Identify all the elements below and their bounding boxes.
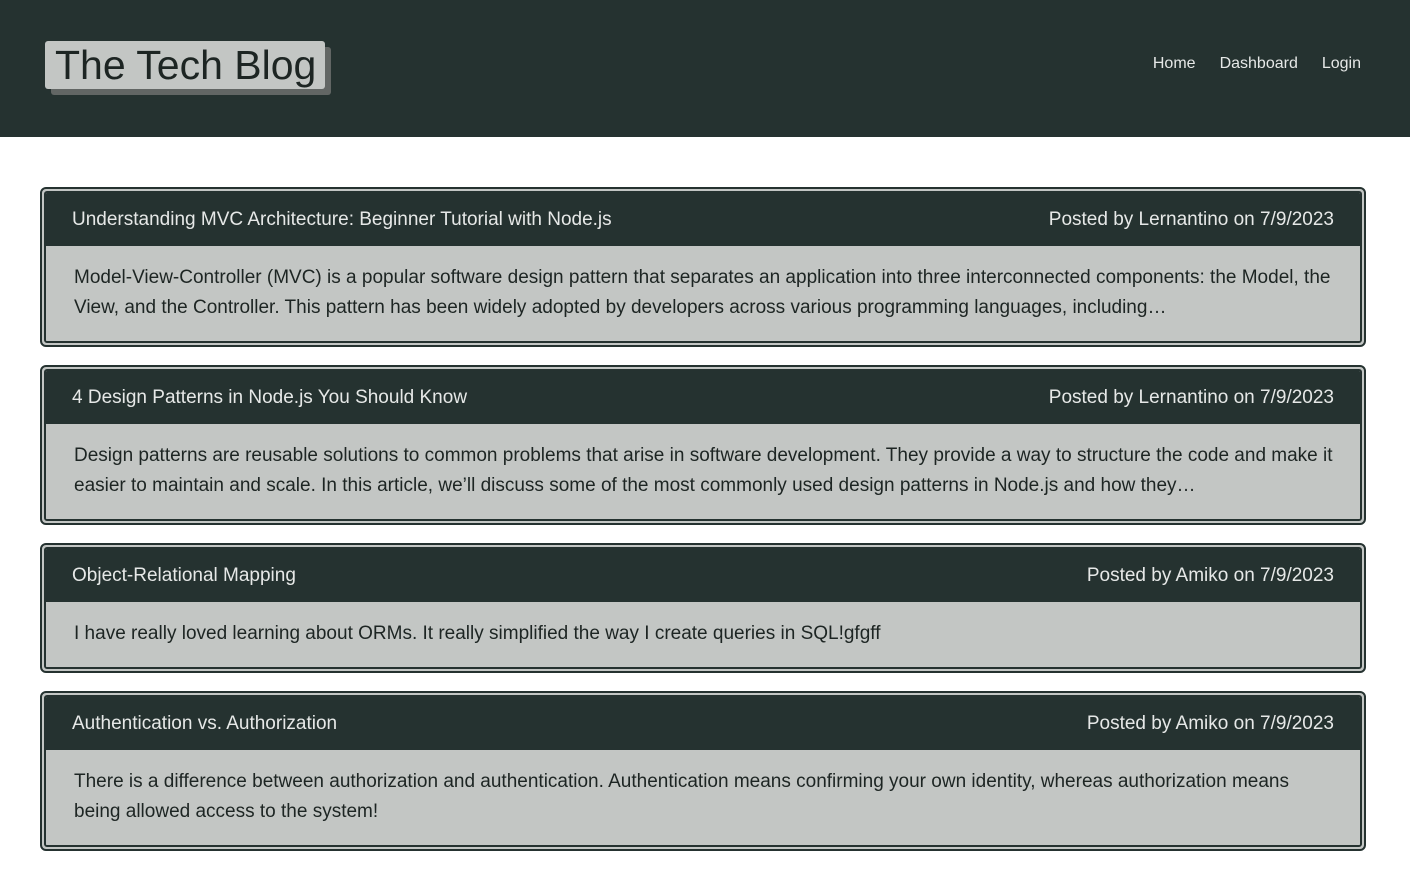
main-nav: Home Dashboard Login (1153, 54, 1361, 74)
post-header[interactable]: Understanding MVC Architecture: Beginner… (46, 193, 1360, 246)
site-logo[interactable]: The Tech Blog (45, 41, 331, 95)
post-card-inner: Authentication vs. Authorization Posted … (44, 695, 1362, 847)
post-card[interactable]: Understanding MVC Architecture: Beginner… (40, 187, 1366, 347)
post-card[interactable]: Object-Relational Mapping Posted by Amik… (40, 543, 1366, 673)
post-excerpt-text: There is a difference between authorizat… (74, 771, 1289, 822)
post-meta: Posted by Amiko on 7/9/2023 (1086, 712, 1334, 734)
site-header: The Tech Blog Home Dashboard Login (0, 0, 1410, 137)
post-excerpt-text: Model-View-Controller (MVC) is a popular… (74, 267, 1331, 318)
post-card[interactable]: 4 Design Patterns in Node.js You Should … (40, 365, 1366, 525)
post-meta: Posted by Lernantino on 7/9/2023 (1048, 386, 1334, 408)
post-card-inner: Object-Relational Mapping Posted by Amik… (44, 547, 1362, 669)
post-card[interactable]: Authentication vs. Authorization Posted … (40, 691, 1366, 851)
post-title[interactable]: Understanding MVC Architecture: Beginner… (72, 209, 612, 231)
nav-home-link[interactable]: Home (1153, 54, 1196, 74)
post-title[interactable]: Authentication vs. Authorization (72, 713, 337, 735)
post-list: Understanding MVC Architecture: Beginner… (40, 187, 1366, 869)
post-excerpt: I have really loved learning about ORMs.… (46, 602, 1360, 667)
post-header[interactable]: Object-Relational Mapping Posted by Amik… (46, 549, 1360, 602)
post-header[interactable]: Authentication vs. Authorization Posted … (46, 697, 1360, 750)
post-title[interactable]: 4 Design Patterns in Node.js You Should … (72, 387, 467, 409)
post-card-inner: 4 Design Patterns in Node.js You Should … (44, 369, 1362, 521)
site-title[interactable]: The Tech Blog (45, 41, 325, 89)
nav-dashboard-link[interactable]: Dashboard (1220, 54, 1298, 74)
post-header[interactable]: 4 Design Patterns in Node.js You Should … (46, 371, 1360, 424)
post-meta: Posted by Amiko on 7/9/2023 (1086, 564, 1334, 586)
post-excerpt: There is a difference between authorizat… (46, 750, 1360, 845)
post-excerpt-text: Design patterns are reusable solutions t… (74, 445, 1333, 496)
post-excerpt-text: I have really loved learning about ORMs.… (74, 623, 881, 644)
post-excerpt: Model-View-Controller (MVC) is a popular… (46, 246, 1360, 341)
nav-login-link[interactable]: Login (1322, 54, 1361, 74)
post-excerpt: Design patterns are reusable solutions t… (46, 424, 1360, 519)
post-meta: Posted by Lernantino on 7/9/2023 (1048, 208, 1334, 230)
post-title[interactable]: Object-Relational Mapping (72, 565, 296, 587)
post-card-inner: Understanding MVC Architecture: Beginner… (44, 191, 1362, 343)
